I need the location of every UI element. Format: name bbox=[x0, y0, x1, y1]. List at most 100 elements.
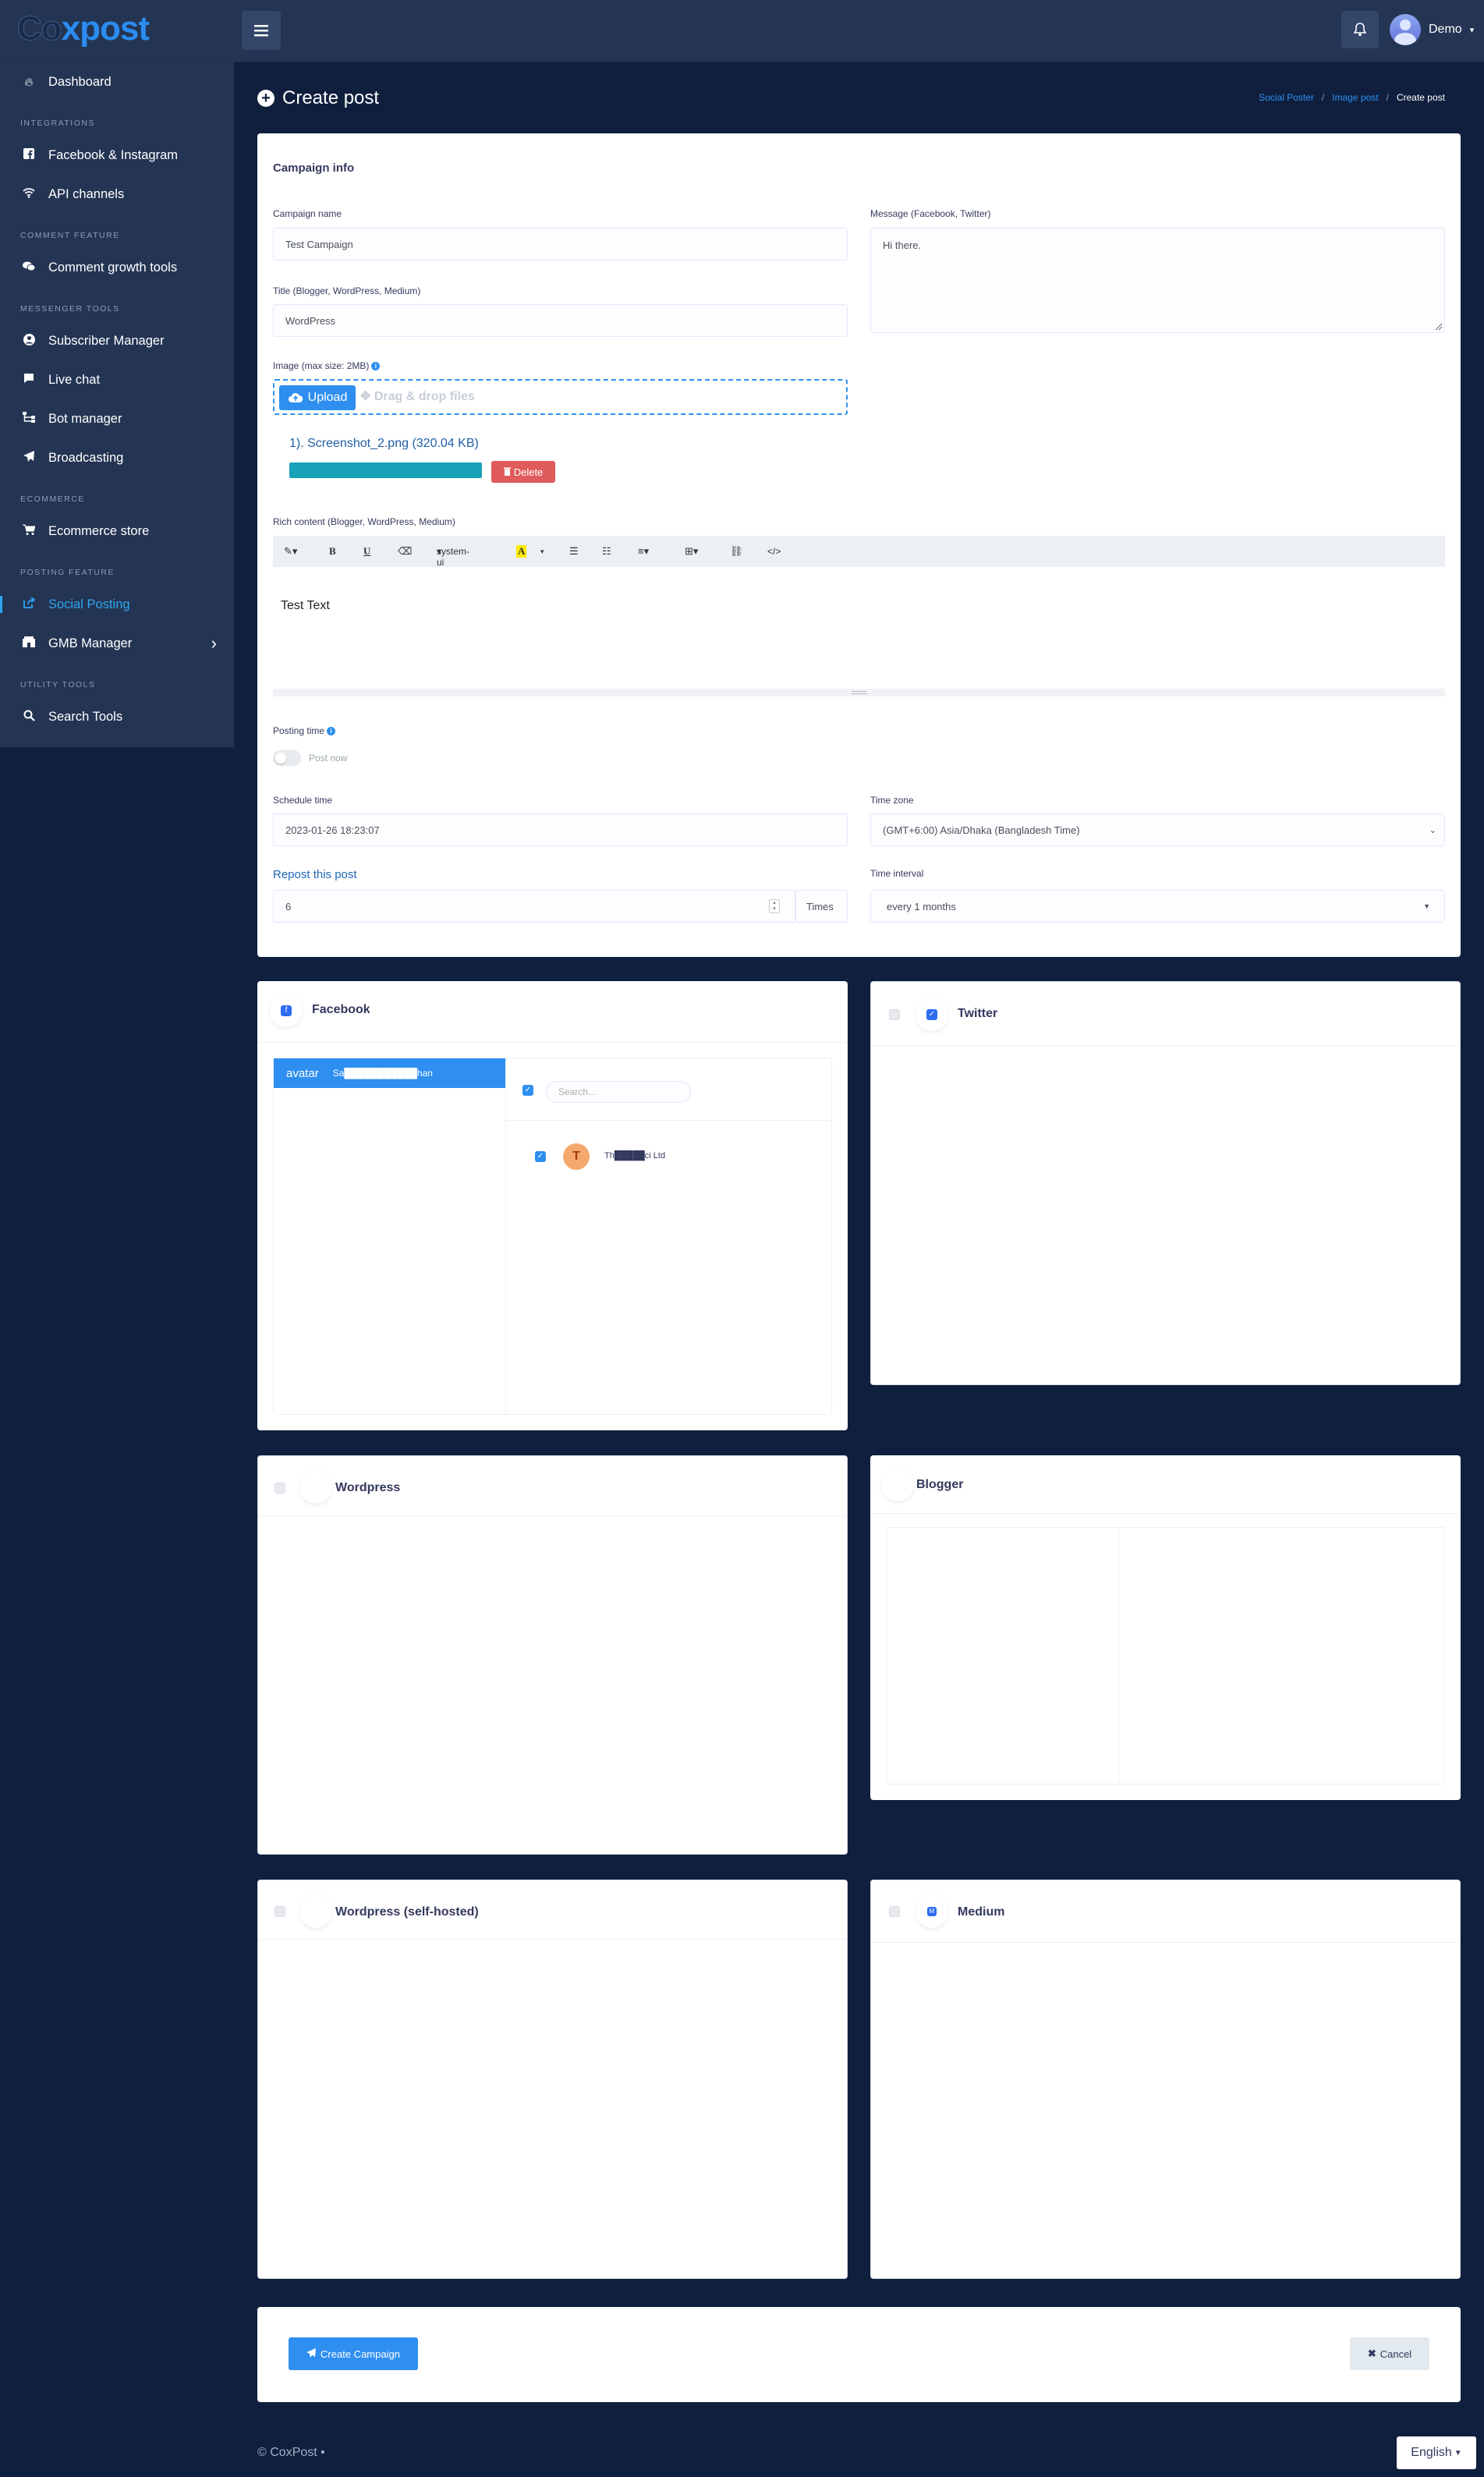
sidebar-item-subscriber-manager[interactable]: Subscriber Manager bbox=[0, 321, 234, 360]
sidebar-item-gmb-manager[interactable]: GMB Manager › bbox=[0, 624, 234, 663]
align-icon[interactable]: ≡▾ bbox=[638, 545, 649, 558]
user-menu[interactable]: Demo ▾ bbox=[1390, 14, 1474, 45]
eraser-icon[interactable]: ⌫ bbox=[398, 545, 412, 558]
select-all-checkbox[interactable]: ✓ bbox=[522, 1085, 533, 1096]
sidebar-header: MESSENGER TOOLS bbox=[20, 304, 120, 314]
bell-icon bbox=[1354, 23, 1366, 37]
post-now-toggle[interactable] bbox=[273, 750, 301, 766]
font-family-select[interactable]: system-ui ▾ bbox=[437, 546, 469, 568]
medium-title: Medium bbox=[958, 1905, 1005, 1919]
language-select[interactable]: English ▼ bbox=[1397, 2436, 1476, 2469]
campaign-name-input[interactable]: Test Campaign bbox=[273, 228, 848, 260]
sidebar-header: COMMENT FEATURE bbox=[20, 231, 120, 240]
number-spinner[interactable]: ▴ ▾ bbox=[769, 899, 780, 913]
notifications-button[interactable] bbox=[1341, 11, 1379, 48]
facebook-account-item[interactable]: avatar Sa███████████han bbox=[274, 1058, 505, 1088]
user-circle-icon bbox=[20, 333, 37, 349]
message-textarea[interactable]: Hi there. bbox=[870, 228, 1445, 333]
cancel-button[interactable]: ✖ Cancel bbox=[1350, 2337, 1429, 2370]
breadcrumb-image-post[interactable]: Image post bbox=[1332, 92, 1378, 103]
title-label: Title (Blogger, WordPress, Medium) bbox=[273, 285, 421, 296]
facebook-icon bbox=[20, 148, 37, 162]
breadcrumb-social-poster[interactable]: Social Poster bbox=[1259, 92, 1314, 103]
blogger-accounts-panel bbox=[887, 1527, 1444, 1784]
cart-icon bbox=[20, 524, 37, 538]
sidebar-item-comment-growth[interactable]: Comment growth tools bbox=[0, 248, 234, 287]
breadcrumb-current: Create post bbox=[1396, 92, 1445, 103]
times-addon: Times bbox=[795, 890, 848, 923]
avatar bbox=[1390, 14, 1421, 45]
text-color-icon[interactable]: A bbox=[516, 545, 527, 558]
title-input[interactable]: WordPress bbox=[273, 304, 848, 337]
sidebar-item-bot-manager[interactable]: Bot manager bbox=[0, 399, 234, 438]
time-zone-value: (GMT+6:00) Asia/Dhaka (Bangladesh Time) bbox=[883, 824, 1080, 836]
link-icon[interactable]: ⛓ bbox=[730, 545, 743, 558]
delete-file-button[interactable]: Delete bbox=[491, 461, 555, 483]
image-label-text: Image (max size: 2MB) bbox=[273, 360, 370, 371]
caret-down-icon[interactable]: ▾ bbox=[540, 547, 544, 556]
footer-copyright: © CoxPost • bbox=[257, 2446, 325, 2460]
divider bbox=[505, 1058, 506, 1414]
facebook-badge: f bbox=[270, 994, 303, 1027]
repost-count-input[interactable]: 6 bbox=[273, 890, 795, 923]
wordpress-badge bbox=[299, 1471, 332, 1504]
post-now-label: Post now bbox=[309, 753, 348, 764]
caret-down-icon: ▼ bbox=[1454, 2448, 1462, 2458]
sidebar-item-dashboard[interactable]: 🔥︎ Dashboard bbox=[0, 62, 234, 101]
page-checkbox[interactable]: ✓ bbox=[535, 1151, 546, 1162]
sidebar-item-live-chat[interactable]: Live chat bbox=[0, 360, 234, 399]
gmb-icon bbox=[20, 636, 37, 650]
unordered-list-icon[interactable]: ☰ bbox=[569, 545, 579, 558]
actions-card bbox=[257, 2307, 1461, 2402]
comments-icon bbox=[20, 260, 37, 275]
campaign-info-title: Campaign info bbox=[273, 161, 355, 175]
time-interval-select[interactable]: every 1 months ▼ bbox=[870, 890, 1445, 923]
rich-content-editor[interactable]: Test Text bbox=[281, 599, 330, 613]
magic-wand-icon[interactable]: ✎▾ bbox=[284, 545, 297, 558]
sidebar-item-api-channels[interactable]: API channels bbox=[0, 175, 234, 214]
code-view-icon[interactable]: </> bbox=[767, 546, 781, 557]
twitter-card bbox=[870, 981, 1461, 1385]
time-zone-select[interactable]: (GMT+6:00) Asia/Dhaka (Bangladesh Time) … bbox=[870, 813, 1445, 846]
sidebar-item-label: Dashboard bbox=[48, 74, 112, 89]
plus-circle-icon: + bbox=[257, 90, 274, 107]
file-dropzone[interactable]: Upload ✥ Drag & drop files bbox=[273, 379, 848, 415]
underline-icon[interactable]: U bbox=[363, 545, 370, 558]
wordpress-self-hosted-enable-checkbox[interactable] bbox=[274, 1906, 285, 1917]
sidebar-item-label: Facebook & Instagram bbox=[48, 147, 178, 162]
create-campaign-button[interactable]: Create Campaign bbox=[289, 2337, 418, 2370]
medium-enable-checkbox[interactable] bbox=[889, 1906, 900, 1917]
page-initial: T bbox=[572, 1150, 580, 1163]
hamburger-icon bbox=[254, 25, 268, 37]
upload-button[interactable]: Upload bbox=[279, 385, 356, 410]
app-logo[interactable]: Coxpost bbox=[17, 9, 158, 48]
sidebar-item-label: Broadcasting bbox=[48, 450, 124, 465]
bold-icon[interactable]: B bbox=[329, 545, 336, 558]
ordered-list-icon[interactable]: ☷ bbox=[602, 545, 611, 558]
cancel-label: Cancel bbox=[1380, 2348, 1412, 2360]
editor-resize-grip[interactable] bbox=[852, 691, 867, 694]
breadcrumb: Social Poster / Image post / Create post bbox=[1259, 92, 1445, 103]
top-navbar: Coxpost Demo ▾ bbox=[0, 0, 1484, 62]
sidebar-item-ecommerce-store[interactable]: Ecommerce store bbox=[0, 512, 234, 551]
sidebar-item-broadcasting[interactable]: Broadcasting bbox=[0, 438, 234, 477]
sidebar-toggle-button[interactable] bbox=[242, 11, 281, 50]
table-icon[interactable]: ⊞▾ bbox=[685, 545, 698, 558]
caret-down-icon: ▼ bbox=[1423, 902, 1430, 910]
sidebar-header: UTILITY TOOLS bbox=[20, 680, 96, 689]
sidebar: 🔥︎ Dashboard INTEGRATIONS Facebook & Inst… bbox=[0, 62, 234, 747]
user-name: Demo bbox=[1429, 23, 1462, 36]
sidebar-item-social-posting[interactable]: Social Posting bbox=[0, 585, 234, 624]
time-zone-label: Time zone bbox=[870, 795, 914, 806]
wordpress-enable-checkbox[interactable] bbox=[274, 1483, 285, 1494]
chevron-right-icon: › bbox=[211, 633, 217, 653]
twitter-icon: ✓ bbox=[926, 1009, 937, 1020]
fire-icon: 🔥︎ bbox=[24, 75, 34, 89]
twitter-enable-checkbox[interactable] bbox=[889, 1009, 900, 1020]
caret-down-icon: ▾ bbox=[1469, 25, 1475, 35]
sidebar-item-search-tools[interactable]: Search Tools bbox=[0, 697, 234, 736]
sidebar-item-facebook-instagram[interactable]: Facebook & Instagram bbox=[0, 136, 234, 175]
facebook-page-search[interactable]: Search... bbox=[546, 1081, 691, 1103]
schedule-time-input[interactable]: 2023-01-26 18:23:07 bbox=[273, 813, 848, 846]
facebook-icon: f bbox=[281, 1005, 292, 1016]
